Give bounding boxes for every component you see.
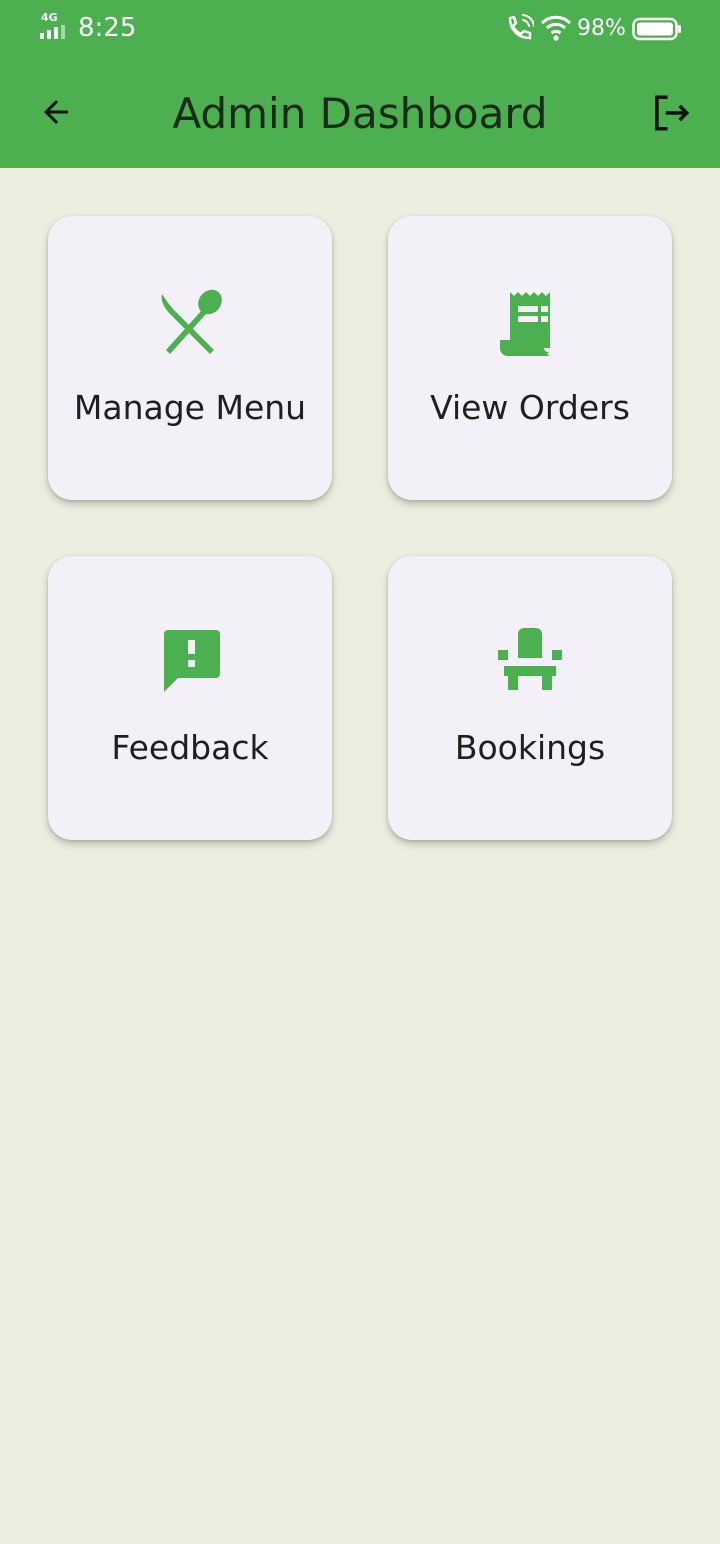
feedback-label: Feedback <box>111 728 269 767</box>
view-orders-card[interactable]: View Orders <box>388 216 672 500</box>
bookings-card[interactable]: Bookings <box>388 556 672 840</box>
manage-menu-card[interactable]: Manage Menu <box>48 216 332 500</box>
status-bar: 4G 8:25 98% <box>0 0 720 58</box>
battery-icon <box>632 17 681 41</box>
wifi-calling-icon <box>508 14 534 40</box>
network-type: 4G <box>41 11 58 24</box>
feedback-icon <box>164 630 220 692</box>
restaurant-icon <box>161 289 222 354</box>
battery-percent: 98% <box>577 16 626 41</box>
page-title: Admin Dashboard <box>172 89 548 138</box>
status-time: 8:25 <box>78 13 137 43</box>
bookings-label: Bookings <box>454 728 606 767</box>
feedback-card[interactable]: Feedback <box>48 556 332 840</box>
view-orders-label: View Orders <box>430 388 630 427</box>
logout-icon <box>655 95 690 131</box>
logout-button[interactable] <box>644 86 698 140</box>
receipt-icon <box>500 292 552 356</box>
app-bar: 4G 8:25 98% Admin Dashboard <box>0 0 720 168</box>
arrow-back-icon <box>44 100 68 124</box>
manage-menu-label: Manage Menu <box>73 388 307 427</box>
back-button[interactable] <box>30 86 82 138</box>
wifi-icon <box>540 15 572 41</box>
chair-icon <box>498 628 562 690</box>
signal-icon <box>40 25 65 39</box>
